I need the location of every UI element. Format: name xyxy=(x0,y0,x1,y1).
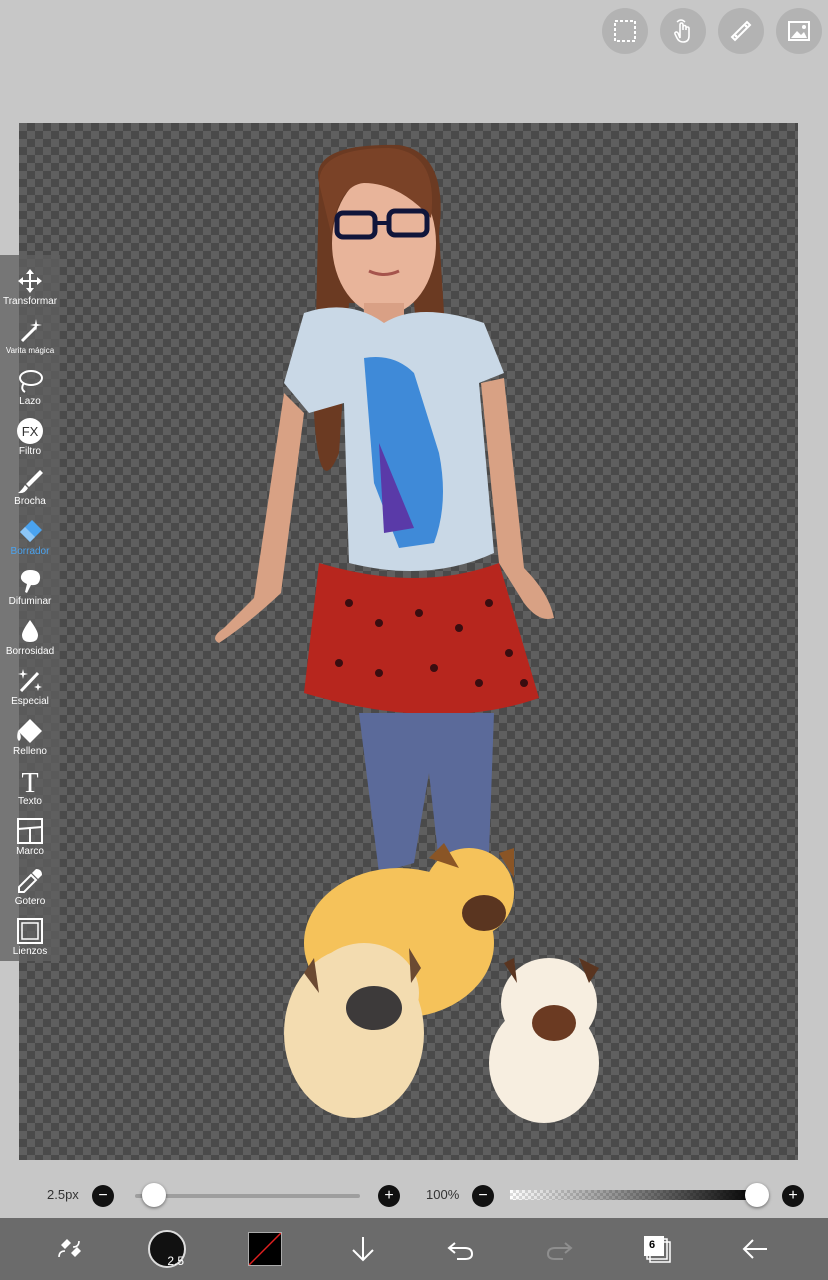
tool-especial[interactable]: Especial xyxy=(0,659,60,709)
fx-icon: FX xyxy=(17,418,43,444)
tool-label: Borrador xyxy=(10,546,50,557)
selection-button[interactable] xyxy=(602,8,648,54)
bottom-toolbar: 2.5 6 xyxy=(0,1218,828,1280)
tool-texto[interactable]: T Texto xyxy=(0,759,60,809)
tool-lazo[interactable]: Lazo xyxy=(0,359,60,409)
hand-gesture-icon xyxy=(674,19,690,43)
svg-text:FX: FX xyxy=(22,424,39,439)
back-arrow-icon xyxy=(742,1239,767,1259)
tool-lienzos[interactable]: Lienzos xyxy=(0,909,60,959)
ruler-icon xyxy=(730,20,752,42)
blur-drop-icon xyxy=(22,620,38,642)
layers-count: 6 xyxy=(649,1239,656,1251)
undo-button[interactable] xyxy=(440,1228,482,1270)
eyedropper-icon xyxy=(18,869,42,893)
fill-bucket-icon xyxy=(17,719,42,743)
color-swatch xyxy=(248,1232,282,1266)
plus-icon: + xyxy=(788,1187,798,1204)
brush-settings-row: 2.5px − + 100% − + xyxy=(0,1178,828,1214)
no-color-slash-icon xyxy=(249,1233,281,1265)
tool-label: Marco xyxy=(16,846,44,857)
lasso-icon xyxy=(19,370,43,393)
undo-icon xyxy=(447,1242,474,1260)
layers-icon: 6 xyxy=(641,1233,673,1265)
eraser-icon xyxy=(20,520,42,542)
layers-button[interactable]: 6 xyxy=(636,1228,678,1270)
tool-label: Texto xyxy=(18,796,42,807)
back-button[interactable] xyxy=(734,1228,776,1270)
tool-label: Especial xyxy=(11,696,49,707)
download-icon xyxy=(352,1237,374,1262)
tool-transformar[interactable]: Transformar xyxy=(0,259,60,309)
redo-button[interactable] xyxy=(538,1228,580,1270)
tool-label: Lienzos xyxy=(12,946,48,957)
image-button[interactable] xyxy=(776,8,822,54)
tool-label: Varita mágica xyxy=(5,346,55,355)
frame-icon xyxy=(17,818,43,844)
tool-brocha[interactable]: Brocha xyxy=(0,459,60,509)
drawing-canvas[interactable] xyxy=(19,123,798,1160)
brush-size-slider[interactable] xyxy=(135,1194,360,1198)
brush-size-value: 2.5px xyxy=(47,1187,79,1202)
tool-label: Gotero xyxy=(14,896,46,907)
opacity-increase-button[interactable]: + xyxy=(782,1185,804,1207)
brush-icon xyxy=(18,470,43,494)
move-arrows-icon xyxy=(18,269,42,293)
image-icon xyxy=(788,21,810,41)
selection-icon xyxy=(614,20,636,42)
swap-tool-icon xyxy=(58,1239,81,1258)
opacity-decrease-button[interactable]: − xyxy=(472,1185,494,1207)
tool-label: Lazo xyxy=(19,396,41,407)
tool-label: Difuminar xyxy=(8,596,52,607)
tool-filtro[interactable]: FX Filtro xyxy=(0,409,60,459)
tool-label: Brocha xyxy=(14,496,46,507)
swap-tool-button[interactable] xyxy=(48,1228,90,1270)
minus-icon: − xyxy=(98,1187,108,1204)
special-wand-icon xyxy=(18,669,42,693)
tool-relleno[interactable]: Relleno xyxy=(0,709,60,759)
brush-size-increase-button[interactable]: + xyxy=(378,1185,400,1207)
text-icon: T xyxy=(21,768,38,795)
brush-size-icon: 2.5 xyxy=(148,1230,186,1268)
ruler-button[interactable] xyxy=(718,8,764,54)
plus-icon: + xyxy=(384,1187,394,1204)
brush-size-button[interactable]: 2.5 xyxy=(146,1228,188,1270)
brush-size-badge: 2.5 xyxy=(167,1254,184,1268)
color-swatch-button[interactable] xyxy=(244,1228,286,1270)
tool-marco[interactable]: Marco xyxy=(0,809,60,859)
smudge-icon xyxy=(20,570,41,593)
hand-gesture-button[interactable] xyxy=(660,8,706,54)
opacity-slider[interactable] xyxy=(510,1190,758,1200)
download-button[interactable] xyxy=(342,1228,384,1270)
minus-icon: − xyxy=(478,1187,488,1204)
tool-difuminar[interactable]: Difuminar xyxy=(0,559,60,609)
artwork-illustration xyxy=(215,144,599,1123)
tool-borrador[interactable]: Borrador xyxy=(0,509,60,559)
brush-size-slider-handle[interactable] xyxy=(141,1183,166,1207)
brush-size-decrease-button[interactable]: − xyxy=(92,1185,114,1207)
tool-borrosidad[interactable]: Borrosidad xyxy=(0,609,60,659)
tool-palette: Transformar Varita mágica Lazo FX Filtro… xyxy=(0,255,60,961)
svg-text:T: T xyxy=(21,768,38,795)
tool-label: Filtro xyxy=(18,446,42,457)
redo-icon xyxy=(546,1242,573,1260)
opacity-value: 100% xyxy=(426,1187,460,1202)
tool-label: Relleno xyxy=(13,746,47,757)
magic-wand-icon xyxy=(20,319,42,343)
tool-label: Transformar xyxy=(2,296,58,307)
canvas-icon xyxy=(17,918,43,944)
tool-gotero[interactable]: Gotero xyxy=(0,859,60,909)
tool-varita-magica[interactable]: Varita mágica xyxy=(0,309,60,359)
opacity-slider-handle[interactable] xyxy=(745,1183,769,1207)
tool-label: Borrosidad xyxy=(5,646,55,657)
